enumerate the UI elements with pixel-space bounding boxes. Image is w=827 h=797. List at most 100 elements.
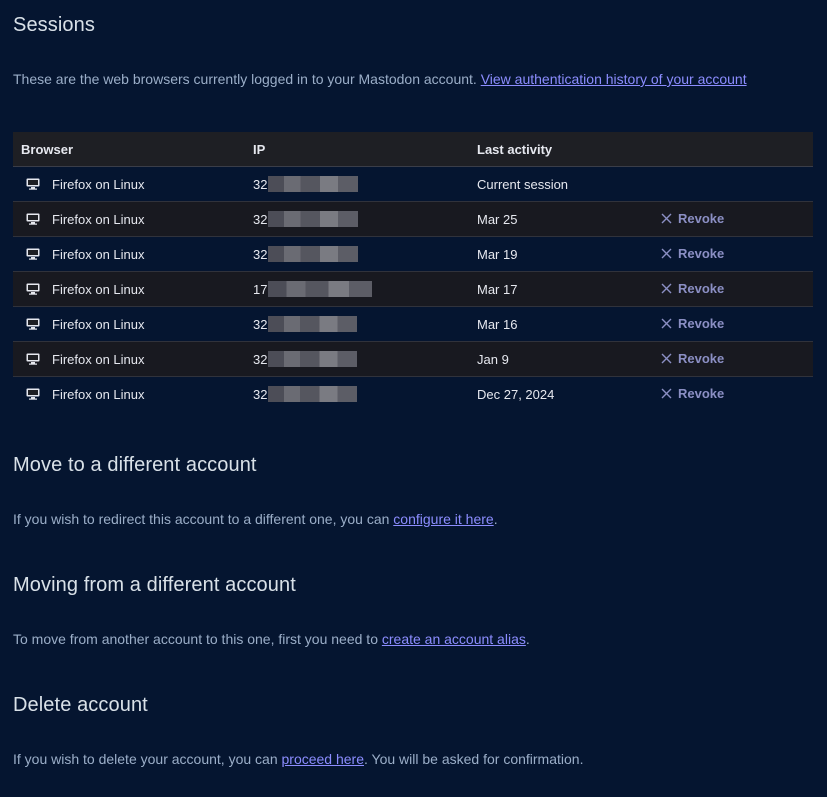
redacted-ip [268, 281, 373, 297]
sessions-description: These are the web browsers currently log… [13, 71, 747, 87]
session-browser-cell: Firefox on Linux [13, 236, 245, 272]
moving-from-description: To move from another account to this one… [13, 631, 530, 647]
session-last-activity: Jan 9 [469, 341, 653, 377]
session-ip-cell: 32 [245, 201, 469, 237]
session-browser-cell: Firefox on Linux [13, 376, 245, 411]
session-browser: Firefox on Linux [52, 211, 145, 227]
session-last-activity: Current session [469, 166, 653, 202]
session-browser-cell: Firefox on Linux [13, 306, 245, 342]
monitor-icon [21, 213, 41, 225]
session-last-activity: Mar 17 [469, 271, 653, 307]
session-ip-prefix: 32 [253, 246, 268, 262]
session-browser-cell: Firefox on Linux [13, 271, 245, 307]
sessions-table-body: Firefox on Linux 32 Current session Firefox… [13, 166, 813, 411]
session-row: Firefox on Linux 32 Dec 27, 2024 Revoke [13, 376, 813, 411]
delete-account-heading: Delete account [13, 694, 148, 716]
session-ip-prefix: 32 [253, 176, 268, 192]
session-action-cell: Revoke [653, 376, 813, 411]
column-header-last-activity: Last activity [469, 132, 653, 167]
session-row: Firefox on Linux 32 Mar 19 Revoke [13, 236, 813, 272]
column-header-actions [653, 132, 813, 167]
revoke-label: Revoke [678, 246, 725, 261]
redacted-ip [268, 211, 359, 227]
session-last-activity: Mar 16 [469, 306, 653, 342]
session-browser-cell: Firefox on Linux [13, 166, 245, 202]
session-row: Firefox on Linux 17 Mar 17 Revoke [13, 271, 813, 307]
session-action-cell: Revoke [653, 201, 813, 237]
monitor-icon [21, 248, 41, 260]
revoke-button[interactable]: Revoke [661, 281, 724, 296]
configure-redirect-link[interactable]: configure it here [393, 511, 493, 527]
close-icon [661, 283, 672, 294]
session-browser: Firefox on Linux [52, 246, 145, 262]
revoke-button[interactable]: Revoke [661, 211, 724, 226]
session-last-activity: Mar 19 [469, 236, 653, 272]
session-ip-cell: 32 [245, 376, 469, 411]
revoke-label: Revoke [678, 281, 725, 296]
redacted-ip [268, 316, 358, 332]
close-icon [661, 388, 672, 399]
monitor-icon [21, 353, 41, 365]
moving-from-heading: Moving from a different account [13, 574, 296, 596]
session-ip-cell: 32 [245, 236, 469, 272]
session-ip-cell: 32 [245, 341, 469, 377]
redacted-ip [268, 386, 358, 402]
session-ip-prefix: 32 [253, 351, 268, 367]
column-header-browser: Browser [13, 132, 245, 167]
session-ip-cell: 32 [245, 306, 469, 342]
session-action-cell: Revoke [653, 306, 813, 342]
session-row: Firefox on Linux 32 Mar 16 Revoke [13, 306, 813, 342]
auth-history-link[interactable]: View authentication history of your acco… [481, 71, 747, 87]
close-icon [661, 213, 672, 224]
revoke-button[interactable]: Revoke [661, 316, 724, 331]
redacted-ip [268, 246, 359, 262]
session-row: Firefox on Linux 32 Jan 9 Revoke [13, 341, 813, 377]
column-header-ip: IP [245, 132, 469, 167]
session-browser-cell: Firefox on Linux [13, 341, 245, 377]
sessions-table: Browser IP Last activity Firefox on Linu… [13, 132, 813, 411]
session-ip-cell: 32 [245, 166, 469, 202]
close-icon [661, 248, 672, 259]
session-last-activity: Dec 27, 2024 [469, 376, 653, 411]
session-ip-prefix: 32 [253, 386, 268, 402]
revoke-label: Revoke [678, 316, 725, 331]
move-to-description: If you wish to redirect this account to … [13, 511, 498, 527]
session-action-cell: Revoke [653, 341, 813, 377]
delete-account-description: If you wish to delete your account, you … [13, 751, 584, 767]
session-action-cell [653, 166, 813, 202]
revoke-label: Revoke [678, 386, 725, 401]
session-ip-prefix: 32 [253, 316, 268, 332]
proceed-delete-link[interactable]: proceed here [282, 751, 365, 767]
close-icon [661, 353, 672, 364]
table-header-row: Browser IP Last activity [13, 132, 813, 167]
session-browser: Firefox on Linux [52, 386, 145, 402]
session-row: Firefox on Linux 32 Mar 25 Revoke [13, 201, 813, 237]
redacted-ip [268, 351, 358, 367]
monitor-icon [21, 178, 41, 190]
revoke-button[interactable]: Revoke [661, 246, 724, 261]
revoke-label: Revoke [678, 211, 725, 226]
session-ip-prefix: 32 [253, 211, 268, 227]
move-to-heading: Move to a different account [13, 454, 257, 476]
revoke-button[interactable]: Revoke [661, 351, 724, 366]
session-action-cell: Revoke [653, 236, 813, 272]
session-browser: Firefox on Linux [52, 281, 145, 297]
session-ip-cell: 17 [245, 271, 469, 307]
monitor-icon [21, 318, 41, 330]
close-icon [661, 318, 672, 329]
session-browser: Firefox on Linux [52, 176, 145, 192]
redacted-ip [268, 176, 359, 192]
session-row: Firefox on Linux 32 Current session [13, 166, 813, 202]
session-action-cell: Revoke [653, 271, 813, 307]
session-ip-prefix: 17 [253, 281, 268, 297]
monitor-icon [21, 388, 41, 400]
sessions-heading: Sessions [13, 14, 95, 36]
monitor-icon [21, 283, 41, 295]
revoke-label: Revoke [678, 351, 725, 366]
session-browser: Firefox on Linux [52, 351, 145, 367]
session-last-activity: Mar 25 [469, 201, 653, 237]
session-browser: Firefox on Linux [52, 316, 145, 332]
revoke-button[interactable]: Revoke [661, 386, 724, 401]
session-browser-cell: Firefox on Linux [13, 201, 245, 237]
create-alias-link[interactable]: create an account alias [382, 631, 526, 647]
